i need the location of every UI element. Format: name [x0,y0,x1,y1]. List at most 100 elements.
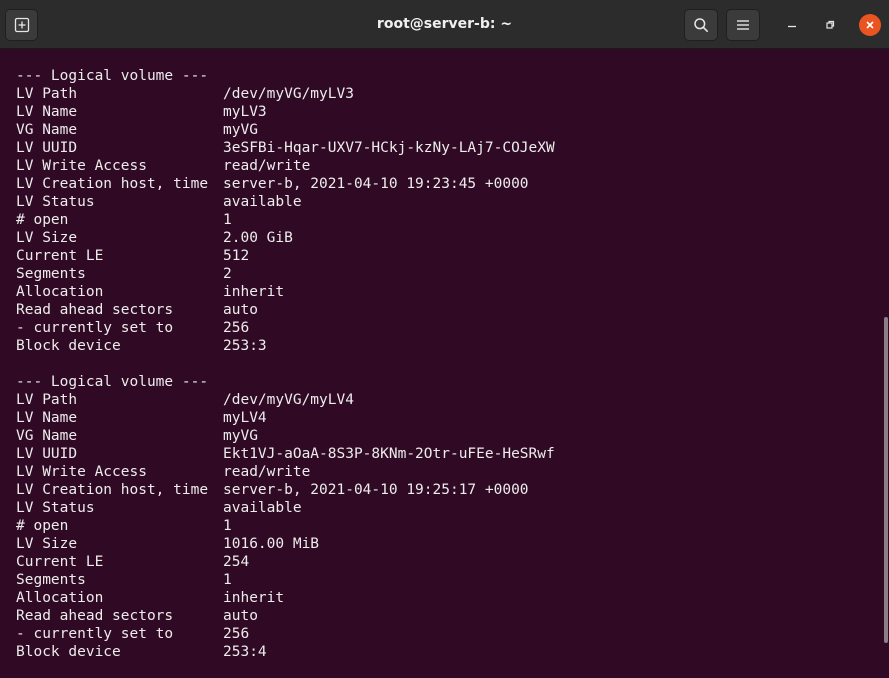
row-key: - currently set to [16,626,174,642]
allocation-row: Allocation inherit [16,589,284,607]
menu-button[interactable] [726,9,760,41]
row-value: myVG [223,428,258,444]
lv-write-access-row: LV Write Access read/write [16,157,310,175]
row-value: myVG [223,122,258,138]
close-button[interactable] [859,14,881,36]
row-value: 1016.00 MiB [223,536,320,552]
row-value: myLV3 [223,104,267,120]
row-key: LV UUID [16,140,78,156]
row-key: LV UUID [16,446,78,462]
row-key: LV Creation host, time [16,482,209,498]
row-key: LV Size [16,536,78,552]
row-key: LV Status [16,500,95,516]
segments-row: Segments 1 [16,571,232,589]
row-value: inherit [223,284,285,300]
maximize-icon [826,20,835,29]
row-key: # open [16,518,69,534]
lv-creation-row: LV Creation host, time server-b, 2021-04-… [16,481,529,499]
row-key: Segments [16,266,86,282]
row-value: 253:3 [223,338,267,354]
volume-header: --- Logical volume --- [16,374,209,390]
row-value: server-b, 2021-04-10 19:25:17 +0000 [223,482,529,498]
logical-volume-block: --- Logical volume --- LV Path/dev/myVG/… [16,67,555,355]
row-key: LV Status [16,194,95,210]
lv-write-access-row: LV Write Access read/write [16,463,310,481]
row-key: Current LE [16,554,104,570]
row-value: /dev/myVG/myLV4 [223,392,354,408]
scrollbar-thumb[interactable] [884,317,888,643]
row-value: Ekt1VJ-aOaA-8S3P-8KNm-2Otr-uFEe-HeSRwf [223,446,555,462]
current-le-row: Current LE 254 [16,553,249,571]
row-value: 256 [223,320,250,336]
vg-name-row: VG Name myVG [16,427,258,445]
volume-header: --- Logical volume --- [16,68,209,84]
row-key: Read ahead sectors [16,302,174,318]
maximize-button[interactable] [819,14,841,36]
row-value: 1 [223,572,232,588]
block-device-row: Block device 253:4 [16,643,267,661]
row-key: LV Path [16,392,78,408]
current-le-row: Current LE 512 [16,247,249,265]
row-value: auto [223,302,258,318]
row-key: Allocation [16,284,104,300]
row-value: available [223,194,302,210]
row-value: 2.00 GiB [223,230,293,246]
row-value: 254 [223,554,250,570]
open-count-row: # open 1 [16,517,232,535]
row-value: auto [223,608,258,624]
row-key: VG Name [16,428,78,444]
row-key: LV Path [16,86,78,102]
lv-path-row: LV Path/dev/myVG/myLV4 [16,391,354,409]
minimize-button[interactable] [781,14,803,36]
read-ahead-row: Read ahead sectors auto [16,301,258,319]
open-count-row: # open 1 [16,211,232,229]
vg-name-row: VG Name myVG [16,121,258,139]
row-key: # open [16,212,69,228]
row-key: LV Write Access [16,464,147,480]
row-key: Current LE [16,248,104,264]
row-value: 2 [223,266,232,282]
row-value: inherit [223,590,285,606]
search-icon [694,18,708,32]
lv-status-row: LV Status available [16,193,302,211]
row-value: server-b, 2021-04-10 19:23:45 +0000 [223,176,529,192]
currently-set-row: - currently set to 256 [16,319,249,337]
lv-uuid-row: LV UUID 3eSFBi-Hqar-UXV7-HCkj-kzNy-LAj7-C… [16,139,555,157]
lv-name-row: LV Name myLV3 [16,103,267,121]
allocation-row: Allocation inherit [16,283,284,301]
row-value: 256 [223,626,250,642]
row-key: LV Creation host, time [16,176,209,192]
close-icon [866,21,874,29]
segments-row: Segments 2 [16,265,232,283]
lv-path-row: LV Path/dev/myVG/myLV3 [16,85,354,103]
row-key: - currently set to [16,320,174,336]
lv-size-row: LV Size 2.00 GiB [16,229,293,247]
hamburger-menu-icon [737,20,749,30]
row-key: Segments [16,572,86,588]
row-value: 512 [223,248,250,264]
currently-set-row: - currently set to 256 [16,625,249,643]
search-button[interactable] [684,9,718,41]
lv-status-row: LV Status available [16,499,302,517]
read-ahead-row: Read ahead sectors auto [16,607,258,625]
row-key: LV Name [16,104,78,120]
row-key: Allocation [16,590,104,606]
lv-creation-row: LV Creation host, time server-b, 2021-04-… [16,175,529,193]
row-value: myLV4 [223,410,267,426]
terminal-output[interactable]: --- Logical volume --- LV Path/dev/myVG/… [0,49,883,678]
row-key: Read ahead sectors [16,608,174,624]
row-key: LV Name [16,410,78,426]
row-value: available [223,500,302,516]
row-value: 1 [223,518,232,534]
row-value: 3eSFBi-Hqar-UXV7-HCkj-kzNy-LAj7-COJeXW [223,140,555,156]
row-value: 1 [223,212,232,228]
row-key: LV Write Access [16,158,147,174]
scrollbar[interactable] [883,49,889,678]
row-key: Block device [16,338,121,354]
row-value: 253:4 [223,644,267,660]
row-value: read/write [223,464,311,480]
lv-name-row: LV Name myLV4 [16,409,267,427]
title-bar: root@server-b: ~ [0,0,889,49]
row-key: LV Size [16,230,78,246]
row-key: VG Name [16,122,78,138]
